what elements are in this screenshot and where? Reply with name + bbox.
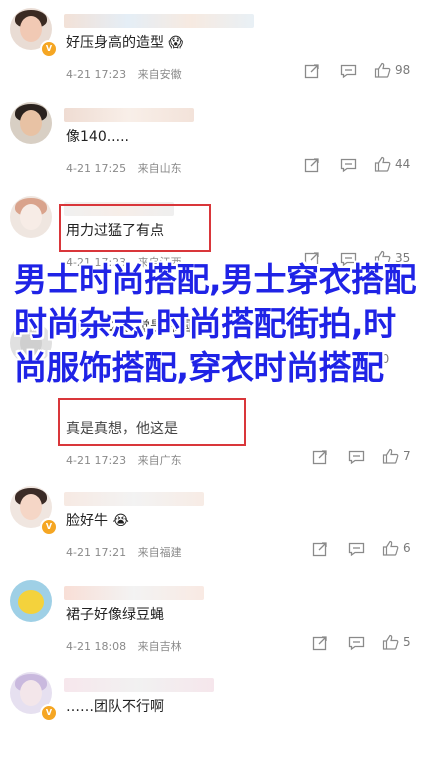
share-icon[interactable] — [304, 63, 320, 79]
comment-item: V 好压身高的造型 😱 4-21 17:23 来自安徽 98 — [0, 0, 429, 96]
comment-text: 像140..... — [66, 129, 129, 145]
thumbs-up-icon — [374, 62, 391, 78]
comment-meta: 4-21 18:08 来自吉林 — [66, 638, 190, 654]
thumbs-up-icon — [382, 540, 399, 556]
like-button[interactable]: 7 — [382, 448, 411, 464]
comment-icon[interactable] — [348, 449, 365, 465]
verified-badge-icon: V — [40, 518, 58, 536]
comment-text: 用力过猛了有点 — [66, 223, 164, 239]
thumbs-up-icon — [382, 448, 399, 464]
comment-time: 4-21 17:25 — [66, 162, 127, 175]
comment-text: ……团队不行啊 — [66, 699, 164, 715]
comment-item: V 脸好牛 😭 4-21 17:21 来自福建 6 — [0, 478, 429, 574]
comment-icon[interactable] — [340, 157, 357, 173]
thumbs-up-icon — [374, 156, 391, 172]
blurred-username — [64, 586, 204, 600]
comment-icon[interactable] — [348, 635, 365, 651]
comment-feed: V 好压身高的造型 😱 4-21 17:23 来自安徽 98 像140.....… — [0, 0, 429, 722]
share-icon[interactable] — [312, 449, 328, 465]
comment-meta: 4-21 17:25 来自山东 — [66, 160, 190, 176]
comment-time: 4-21 17:21 — [66, 546, 127, 559]
comment-time: 4-21 17:23 — [66, 454, 127, 467]
blurred-username — [64, 14, 254, 28]
comment-text: 真是真想，他这是 — [66, 421, 178, 437]
verified-badge-icon: V — [40, 704, 58, 722]
comment-text: 好压身高的造型 😱 — [66, 35, 184, 51]
comment-item: V ……团队不行啊 — [0, 664, 429, 760]
avatar[interactable] — [10, 102, 52, 144]
like-button[interactable]: 98 — [374, 62, 410, 78]
thumbs-up-icon — [382, 634, 399, 650]
share-icon[interactable] — [304, 157, 320, 173]
share-icon[interactable] — [312, 541, 328, 557]
blurred-username — [64, 492, 204, 506]
like-button[interactable]: 44 — [374, 156, 410, 172]
avatar[interactable] — [10, 196, 52, 238]
comment-meta: 4-21 17:23 来自广东 — [66, 452, 190, 468]
like-count: 44 — [395, 157, 411, 171]
comment-icon[interactable] — [340, 63, 357, 79]
comment-item: 裙子好像绿豆蝇 4-21 18:08 来自吉林 5 — [0, 572, 429, 668]
comment-location: 来自广东 — [137, 454, 182, 467]
verified-badge-icon: V — [40, 40, 58, 58]
comment-time: 4-21 18:08 — [66, 640, 127, 653]
like-count: 7 — [403, 449, 411, 463]
comment-meta: 4-21 17:21 来自福建 — [66, 544, 190, 560]
overlay-title: 男士时尚搭配,男士穿衣搭配时尚杂志,时尚搭配街拍,时尚服饰搭配,穿衣时尚搭配 — [14, 260, 417, 387]
like-button[interactable]: 5 — [382, 634, 411, 650]
comment-location: 来自福建 — [137, 546, 182, 559]
comment-location: 来自山东 — [137, 162, 182, 175]
comment-text: 裙子好像绿豆蝇 — [66, 607, 164, 623]
comment-text: 脸好牛 😭 — [66, 513, 129, 529]
comment-location: 来自吉林 — [137, 640, 182, 653]
comment-item: 像140..... 4-21 17:25 来自山东 44 — [0, 94, 429, 190]
avatar[interactable] — [10, 580, 52, 622]
like-button[interactable]: 6 — [382, 540, 411, 556]
share-icon[interactable] — [312, 635, 328, 651]
comment-meta: 4-21 17:23 来自安徽 — [66, 66, 190, 82]
comment-icon[interactable] — [348, 541, 365, 557]
like-count: 6 — [403, 541, 411, 555]
blurred-username — [64, 108, 194, 122]
blurred-username — [64, 678, 214, 692]
like-count: 5 — [403, 635, 411, 649]
comment-location: 来自安徽 — [137, 68, 182, 81]
comment-time: 4-21 17:23 — [66, 68, 127, 81]
like-count: 98 — [395, 63, 411, 77]
